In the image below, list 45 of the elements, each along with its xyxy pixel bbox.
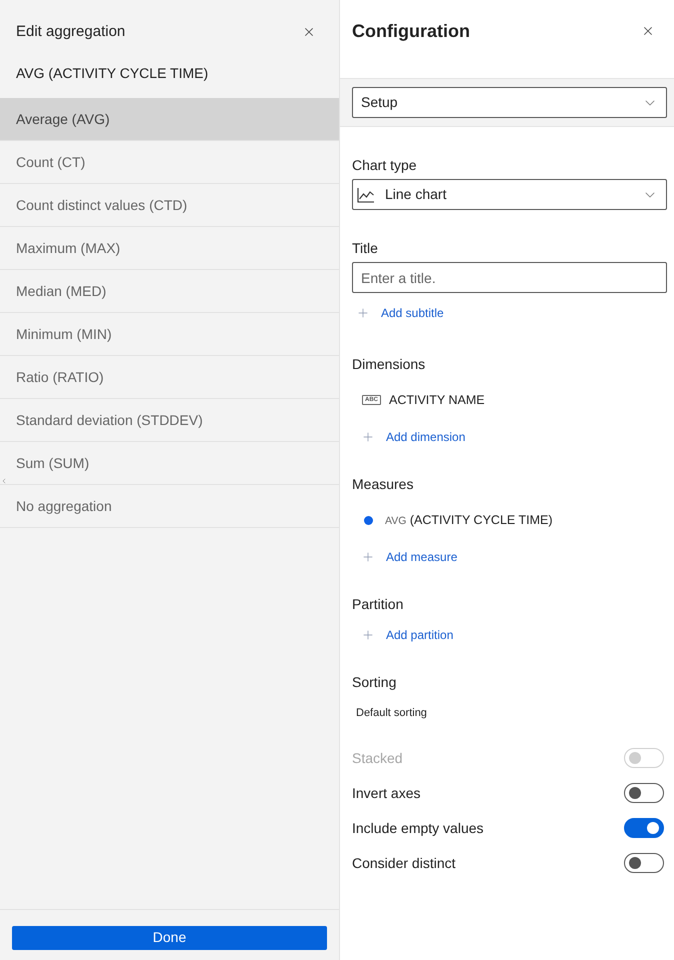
toggle-label: Consider distinct xyxy=(352,854,456,872)
dimension-name: ACTIVITY NAME xyxy=(389,392,485,409)
plus-icon xyxy=(361,628,375,642)
section-label: Dimensions xyxy=(352,355,426,373)
add-link[interactable]: Add measure xyxy=(361,547,458,567)
toggle-switch[interactable] xyxy=(624,853,664,873)
toggle-switch[interactable] xyxy=(624,783,664,803)
title-input[interactable]: Enter a title. xyxy=(352,262,667,293)
aggregation-option[interactable]: Count distinct values (CTD) xyxy=(0,184,339,227)
section-label: Partition xyxy=(352,595,404,613)
aggregation-option[interactable]: Median (MED) xyxy=(0,270,339,313)
toggle-switch[interactable] xyxy=(624,818,664,838)
panel-title: Edit aggregation xyxy=(16,22,126,42)
toggle-label: Invert axes xyxy=(352,784,420,802)
plus-icon xyxy=(356,306,370,320)
aggregation-option[interactable]: Minimum (MIN) xyxy=(0,313,339,356)
done-button[interactable]: Done xyxy=(12,926,327,950)
plus-icon xyxy=(361,550,375,564)
aggregation-option[interactable]: Standard deviation (STDDEV) xyxy=(0,399,339,442)
line-chart-icon xyxy=(357,186,375,202)
plus-icon xyxy=(361,430,375,444)
toggle-label: Stacked xyxy=(352,748,403,768)
add-link[interactable]: Add partition xyxy=(361,625,454,645)
chart-type-select[interactable]: Line chart xyxy=(352,179,667,210)
close-icon xyxy=(302,25,316,39)
section-label: Title xyxy=(352,239,379,257)
aggregation-option[interactable]: Maximum (MAX) xyxy=(0,227,339,270)
close-icon xyxy=(641,24,655,38)
add-link[interactable]: Add dimension xyxy=(361,427,466,447)
view-select[interactable]: Setup xyxy=(352,87,667,118)
aggregation-option[interactable]: Sum (SUM) xyxy=(0,442,339,485)
aggregation-option[interactable]: Ratio (RATIO) xyxy=(0,356,339,399)
aggregation-option[interactable]: Average (AVG) xyxy=(0,98,339,141)
toggle-label: Include empty values xyxy=(352,818,484,838)
measure-label: AVG (ACTIVITY CYCLE TIME) xyxy=(385,512,553,529)
section-label: Sorting xyxy=(352,673,398,691)
panel-title: Configuration xyxy=(352,20,470,43)
aggregation-option[interactable]: Count (CT) xyxy=(0,141,339,184)
chevron-left-icon[interactable] xyxy=(0,477,8,485)
aggregation-option[interactable]: No aggregation xyxy=(0,485,339,528)
section-label: Chart type xyxy=(352,156,418,174)
sorting-value[interactable]: Default sorting xyxy=(356,703,667,723)
add-link[interactable]: Add subtitle xyxy=(356,303,444,323)
aggregation-subtitle: AVG (ACTIVITY CYCLE TIME) xyxy=(15,64,210,83)
section-label: Measures xyxy=(352,475,414,493)
